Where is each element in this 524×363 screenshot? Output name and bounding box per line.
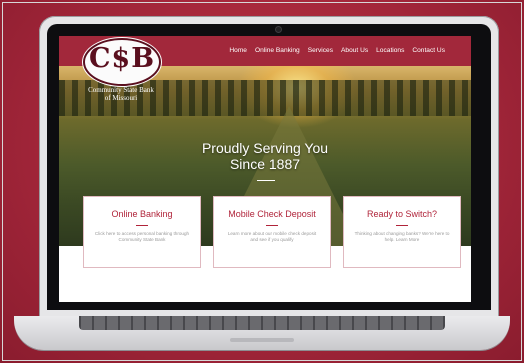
nav-locations[interactable]: Locations <box>376 47 404 54</box>
nav-home[interactable]: Home <box>229 47 247 54</box>
card-online-banking[interactable]: Online Banking Click here to access pers… <box>83 196 201 268</box>
card-text: Thinking about changing banks? We're her… <box>354 231 450 242</box>
bank-logo[interactable]: C$B Community State Bank of Missouri <box>73 38 169 118</box>
card-title: Online Banking <box>111 209 173 219</box>
card-title: Mobile Check Deposit <box>228 209 316 219</box>
hero-divider <box>257 180 275 181</box>
card-divider <box>136 225 148 226</box>
laptop-screen-lid: Home Online Banking Services About Us Lo… <box>39 16 499 318</box>
hero-title-line1: Proudly Serving You <box>201 140 329 156</box>
nav-services[interactable]: Services <box>308 47 333 54</box>
card-divider <box>266 225 278 226</box>
webcam-icon <box>275 26 282 33</box>
logo-bank-name: Community State Bank of Missouri <box>73 86 169 102</box>
hero-title-line2: Since 1887 <box>229 156 301 172</box>
card-ready-to-switch[interactable]: Ready to Switch? Thinking about changing… <box>343 196 461 268</box>
card-text: Learn more about our mobile check deposi… <box>227 231 317 242</box>
logo-name-line1: Community State Bank <box>88 86 154 94</box>
nav-online-banking[interactable]: Online Banking <box>255 47 300 54</box>
browser-viewport: Home Online Banking Services About Us Lo… <box>59 36 471 302</box>
hero-title: Proudly Serving You Since 1887 <box>59 140 471 172</box>
screen-bezel: Home Online Banking Services About Us Lo… <box>47 24 491 310</box>
keyboard-icon <box>79 316 445 330</box>
nav-about-us[interactable]: About Us <box>341 47 368 54</box>
nav-contact-us[interactable]: Contact Us <box>412 47 445 54</box>
card-mobile-check-deposit[interactable]: Mobile Check Deposit Learn more about ou… <box>213 196 331 268</box>
card-text: Click here to access personal banking th… <box>94 231 190 242</box>
card-divider <box>396 225 408 226</box>
card-title: Ready to Switch? <box>366 209 438 219</box>
main-nav: Home Online Banking Services About Us Lo… <box>229 47 445 54</box>
laptop-base <box>14 316 510 350</box>
logo-letters: C$B <box>88 43 156 74</box>
logo-name-line2: of Missouri <box>104 94 138 102</box>
trackpad-notch <box>230 338 294 342</box>
